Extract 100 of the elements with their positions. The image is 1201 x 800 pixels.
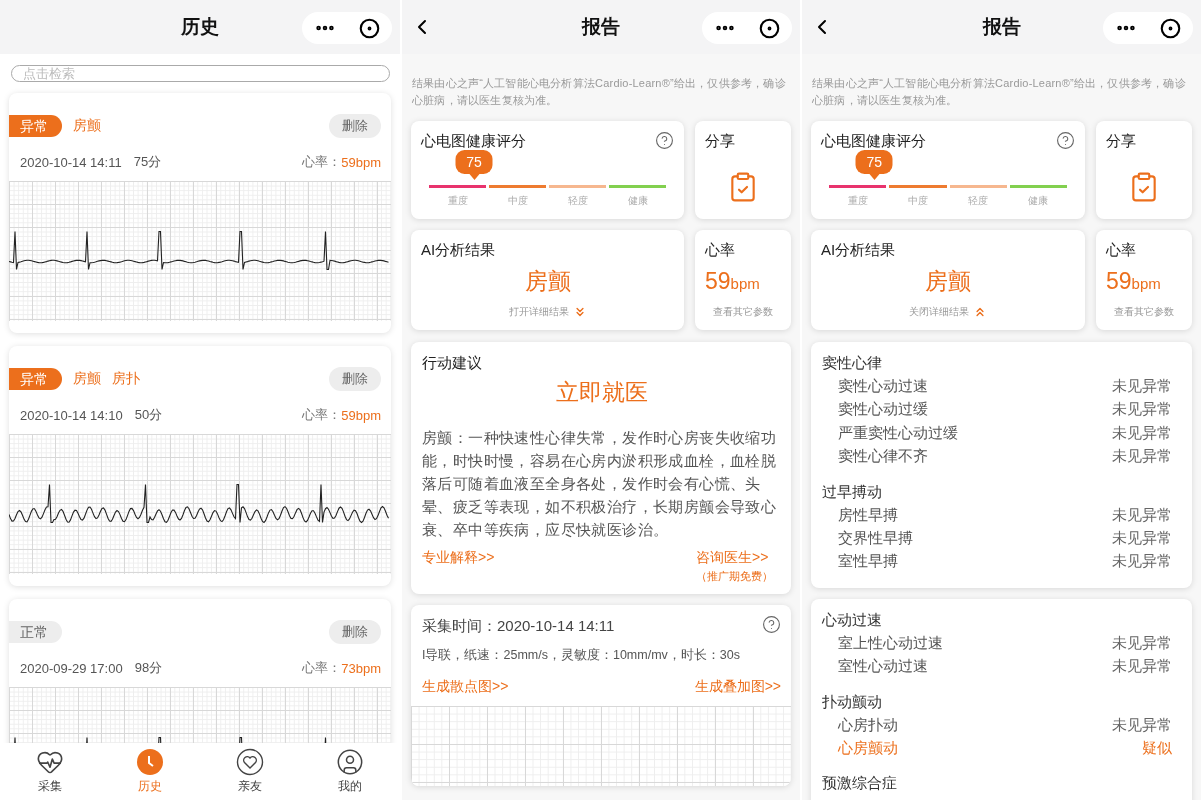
link[interactable]: 查看其它参数 (1114, 305, 1174, 319)
tab-item[interactable]: 我的 (320, 748, 380, 795)
scale-label: 健康 (626, 194, 649, 208)
datetime-text: 2020-10-14 14:11 (20, 154, 122, 170)
finding-name: 严重窦性心动过缓 (838, 423, 958, 443)
heart-rate-unit: bpm (730, 275, 760, 292)
help-icon[interactable] (762, 615, 781, 634)
details-toggle[interactable]: 打开详细结果 (508, 305, 587, 319)
finding-result: 未见异常 (1112, 657, 1172, 677)
score-bubble: 75 (855, 150, 893, 180)
link[interactable]: 生成叠加图>> (694, 678, 781, 696)
heart-rate-unit: bpm (1131, 275, 1161, 292)
card-title: AI分析结果 (421, 241, 496, 260)
score-text: 98分 (134, 659, 163, 677)
share-card[interactable]: 分享 (695, 121, 791, 219)
record-card[interactable]: 异常 房颤 删除 2020-10-14 14:11 75分 心率：59bpm (9, 93, 391, 333)
finding-result: 未见异常 (1112, 447, 1172, 467)
finding-name: 窦性心动过缓 (838, 400, 928, 420)
disclaimer-text: 结果由心之声“人工智能心电分析算法Cardio-Learn®”给出，仅供参考，确诊心脏病，请以医生复核为准。 (811, 76, 1187, 108)
target-icon[interactable] (359, 17, 381, 39)
heart-rate-value: 59bpm (341, 407, 381, 423)
link[interactable]: 生成散点图>> (422, 678, 509, 696)
finding-result: 未见异常 (1112, 715, 1172, 735)
scale-label: 健康 (1027, 194, 1050, 208)
score-text: 50分 (134, 406, 163, 424)
card-title: 心电图健康评分 (821, 132, 926, 151)
record-card[interactable]: 异常 房颤 房扑 删除 2020-10-14 14:10 50分 心率：59bpm (9, 346, 391, 586)
delete-button[interactable]: 删除 (329, 620, 381, 644)
finding-name: 心房颤动 (838, 739, 898, 759)
disclaimer-text: 结果由心之声“人工智能心电分析算法Cardio-Learn®”给出，仅供参考，确诊心脏病，请以医生复核为准。 (411, 76, 787, 108)
finding-result: 未见异常 (1112, 423, 1172, 443)
card-title: 心电图健康评分 (421, 132, 526, 151)
note-text: （推广期免费） (696, 569, 773, 584)
tab-item[interactable]: 采集 (20, 748, 80, 795)
delete-button[interactable]: 删除 (329, 367, 381, 391)
scale-label: 重度 (446, 194, 469, 208)
heart-rate-value: 73bpm (341, 660, 381, 676)
card-title: 行动建议 (422, 354, 482, 373)
page-title: 历史 (181, 15, 219, 39)
delete-button[interactable]: 删除 (329, 114, 381, 138)
user-icon (336, 748, 364, 776)
help-icon[interactable] (1056, 131, 1075, 150)
link[interactable]: 查看其它参数 (713, 305, 773, 319)
finding-result: 未见异常 (1112, 505, 1172, 525)
scale-label: 重度 (846, 194, 869, 208)
heart-rate-value: 59 (705, 268, 731, 294)
finding-name: 窦性心律不齐 (838, 447, 928, 467)
finding-result: 未见异常 (1112, 529, 1172, 549)
heart-rate-label: 心率： (302, 659, 342, 677)
finding-result: 未见异常 (1112, 552, 1172, 572)
finding-result: 未见异常 (1112, 377, 1172, 396)
scale-label: 轻度 (967, 194, 990, 208)
heart-rate-value: 59 (1106, 268, 1132, 294)
tab-item[interactable]: 历史 (120, 748, 180, 795)
group-title: 心动过速 (822, 610, 883, 630)
group-title: 扑动颤动 (822, 692, 883, 712)
finding-result: 疑似 (1142, 739, 1172, 759)
page-title: 报告 (582, 15, 620, 39)
link[interactable]: 咨询医生>> (696, 549, 781, 567)
datetime-text: 2020-09-29 17:00 (20, 660, 123, 676)
status-tag: 异常 (9, 368, 62, 390)
finding-name: 房性早搏 (838, 505, 898, 525)
group-title: 过早搏动 (822, 482, 883, 502)
finding-name: 室上性心动过速 (838, 633, 943, 653)
help-icon[interactable] (655, 131, 674, 150)
status-tag: 异常 (9, 115, 62, 137)
datetime-text: 2020-10-14 14:10 (20, 407, 123, 423)
card-title: 心率 (1106, 241, 1136, 260)
action-text: 立即就医 (554, 378, 649, 407)
target-icon[interactable] (759, 17, 781, 39)
page-title: 报告 (982, 15, 1021, 39)
card-title: 分享 (1106, 132, 1136, 151)
score-bubble: 75 (455, 150, 493, 180)
heart-rate-label: 心率： (302, 406, 342, 424)
heart-rate-label: 心率： (302, 153, 342, 171)
group-title: 窦性心律 (822, 354, 883, 373)
card-title: AI分析结果 (821, 241, 896, 260)
score-text: 75分 (133, 153, 162, 171)
card-title: 心率 (705, 241, 735, 260)
clock-icon (136, 748, 164, 776)
diagnosis-text: 房颤 (73, 117, 101, 135)
card-title: 分享 (705, 132, 735, 151)
link[interactable]: 专业解释>> (422, 549, 495, 567)
scale-label: 中度 (506, 194, 529, 208)
scale-label: 轻度 (566, 194, 589, 208)
advice-paragraph: 房颤：一种快速性心律失常，发作时心房丧失收缩功能，时快时慢，容易在心房内淤积形成血栓，血栓脱落后可随着血液至全身各处，发作时会有心慌、头晕、疲乏等表现，如不积极治疗，长期房颤会导致心衰、卒中等疾病，应尽快就医诊治。 (422, 428, 778, 540)
ai-result-text: 房颤 (523, 267, 572, 296)
record-time-text: 采集时间：2020-10-14 14:11 (422, 617, 615, 636)
status-tag: 正常 (9, 621, 62, 643)
target-icon[interactable] (1160, 17, 1182, 39)
group-title: 预激综合症 (822, 774, 898, 794)
share-card[interactable]: 分享 (1096, 121, 1192, 219)
record-params-text: I导联，纸速：25mm/s，灵敏度：10mm/mv，时长：30s (422, 647, 741, 664)
finding-name: 室性早搏 (838, 552, 898, 572)
finding-name: 心房扑动 (838, 715, 898, 735)
details-toggle[interactable]: 关闭详细结果 (909, 305, 987, 319)
tab-item[interactable]: 亲友 (220, 748, 280, 795)
diagnosis-text: 房扑 (112, 370, 140, 388)
record-card[interactable]: 正常 删除 2020-09-29 17:00 98分 心率：73bpm (9, 599, 391, 743)
search-field[interactable]: 点击检索 (11, 65, 390, 82)
